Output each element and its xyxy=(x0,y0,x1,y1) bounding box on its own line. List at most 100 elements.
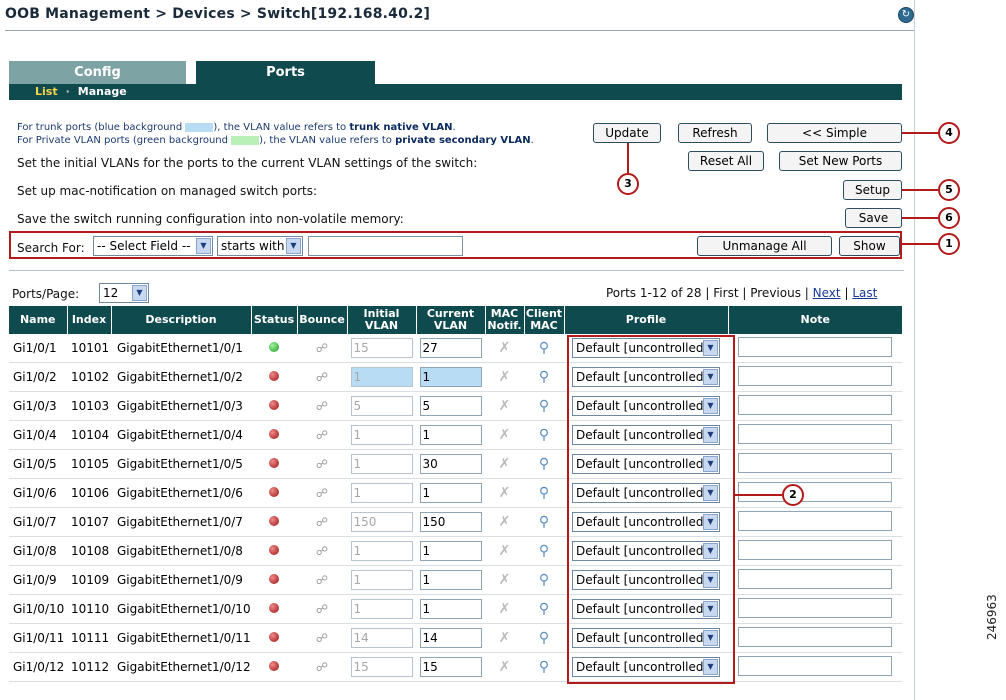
current-vlan-input[interactable]: 1 xyxy=(419,367,482,387)
current-vlan-input[interactable]: 15 xyxy=(419,657,482,677)
col-description[interactable]: Description xyxy=(110,306,251,334)
set-new-ports-button[interactable]: Set New Ports xyxy=(779,151,902,171)
current-vlan-input[interactable]: 27 xyxy=(419,338,482,358)
initial-vlan-input: 1 xyxy=(350,367,413,387)
note-input[interactable] xyxy=(738,655,892,676)
current-vlan-input[interactable]: 1 xyxy=(419,425,482,445)
magnifier-icon[interactable]: ⚲ xyxy=(539,572,549,588)
current-vlan-input[interactable]: 1 xyxy=(419,541,482,561)
magnifier-icon[interactable]: ⚲ xyxy=(539,398,549,414)
note-input[interactable] xyxy=(738,568,892,589)
current-vlan-input[interactable]: 1 xyxy=(419,570,482,590)
tab-ports[interactable]: Ports xyxy=(196,61,375,84)
port-index: 10111 xyxy=(67,623,111,653)
unmanage-all-button[interactable]: Unmanage All xyxy=(697,236,832,256)
mac-notif-disabled-icon[interactable]: ✗ xyxy=(499,340,511,356)
current-vlan-cell: 1 xyxy=(416,478,485,508)
col-mac-notif[interactable]: MAC Notif. xyxy=(484,306,524,334)
mac-notif-disabled-icon[interactable]: ✗ xyxy=(499,485,511,501)
bounce-icon[interactable]: ☍ xyxy=(316,486,328,500)
bounce-icon[interactable]: ☍ xyxy=(316,341,328,355)
reset-all-button[interactable]: Reset All xyxy=(688,151,764,171)
bounce-icon[interactable]: ☍ xyxy=(316,631,328,645)
bounce-icon[interactable]: ☍ xyxy=(316,399,328,413)
current-vlan-input[interactable]: 5 xyxy=(419,396,482,416)
pvlan-note: For Private VLAN ports (green background… xyxy=(17,135,534,146)
bounce-icon[interactable]: ☍ xyxy=(316,544,328,558)
note-input[interactable] xyxy=(738,423,892,444)
mac-notif-disabled-icon[interactable]: ✗ xyxy=(499,427,511,443)
simple-view-button[interactable]: << Simple xyxy=(767,123,902,143)
bounce-icon[interactable]: ☍ xyxy=(316,602,328,616)
magnifier-icon[interactable]: ⚲ xyxy=(539,485,549,501)
bounce-icon[interactable]: ☍ xyxy=(316,370,328,384)
update-button[interactable]: Update xyxy=(593,123,661,143)
help-icon[interactable]: ↻ xyxy=(898,7,914,23)
port-name: Gi1/0/1 xyxy=(9,334,67,363)
col-note[interactable]: Note xyxy=(727,306,902,334)
magnifier-icon[interactable]: ⚲ xyxy=(539,514,549,530)
note-input[interactable] xyxy=(738,394,892,415)
magnifier-icon[interactable]: ⚲ xyxy=(539,630,549,646)
col-bounce[interactable]: Bounce xyxy=(296,306,347,334)
note-input[interactable] xyxy=(738,626,892,647)
pager-last-link[interactable]: Last xyxy=(852,286,877,300)
setup-button[interactable]: Setup xyxy=(843,180,902,200)
mac-notif-disabled-icon[interactable]: ✗ xyxy=(499,456,511,472)
subnav-manage-link[interactable]: Manage xyxy=(78,85,127,98)
magnifier-icon[interactable]: ⚲ xyxy=(539,427,549,443)
bounce-icon[interactable]: ☍ xyxy=(316,428,328,442)
ports-per-page-select[interactable]: 12 ▼ xyxy=(99,283,149,303)
note-input[interactable] xyxy=(738,481,892,502)
show-button[interactable]: Show xyxy=(839,236,900,256)
mac-notif-disabled-icon[interactable]: ✗ xyxy=(499,369,511,385)
note-input[interactable] xyxy=(738,539,892,560)
note-input[interactable] xyxy=(738,365,892,386)
mac-notif-disabled-icon[interactable]: ✗ xyxy=(499,630,511,646)
mac-notif-disabled-icon[interactable]: ✗ xyxy=(499,659,511,675)
col-initial-vlan[interactable]: Initial VLAN xyxy=(346,306,416,334)
mac-notif-disabled-icon[interactable]: ✗ xyxy=(499,572,511,588)
save-button[interactable]: Save xyxy=(845,208,902,228)
col-current-vlan[interactable]: Current VLAN xyxy=(415,306,485,334)
magnifier-icon[interactable]: ⚲ xyxy=(539,369,549,385)
col-profile[interactable]: Profile xyxy=(563,306,728,334)
current-vlan-input[interactable]: 1 xyxy=(419,483,482,503)
pager-next-link[interactable]: Next xyxy=(813,286,841,300)
mac-notif-disabled-icon[interactable]: ✗ xyxy=(499,543,511,559)
current-vlan-input[interactable]: 150 xyxy=(419,512,482,532)
col-name[interactable]: Name xyxy=(9,306,67,334)
note-input[interactable] xyxy=(738,452,892,473)
bounce-icon[interactable]: ☍ xyxy=(316,515,328,529)
tab-config[interactable]: Config xyxy=(9,61,186,84)
mac-notif-disabled-icon[interactable]: ✗ xyxy=(499,398,511,414)
magnifier-icon[interactable]: ⚲ xyxy=(539,456,549,472)
magnifier-icon[interactable]: ⚲ xyxy=(539,543,549,559)
note-input[interactable] xyxy=(738,336,892,357)
bounce-icon[interactable]: ☍ xyxy=(316,660,328,674)
col-index[interactable]: Index xyxy=(66,306,111,334)
magnifier-icon[interactable]: ⚲ xyxy=(539,601,549,617)
magnifier-icon[interactable]: ⚲ xyxy=(539,659,549,675)
col-status[interactable]: Status xyxy=(250,306,297,334)
magnifier-icon[interactable]: ⚲ xyxy=(539,340,549,356)
current-vlan-cell: 1 xyxy=(416,565,485,595)
search-operator-select[interactable]: starts with ▼ xyxy=(217,236,303,256)
current-vlan-input[interactable]: 14 xyxy=(419,628,482,648)
bounce-icon[interactable]: ☍ xyxy=(316,457,328,471)
status-indicator-icon xyxy=(269,371,279,381)
search-field-select[interactable]: -- Select Field -- ▼ xyxy=(93,236,213,256)
note-input[interactable] xyxy=(738,510,892,531)
port-index: 10110 xyxy=(67,594,111,624)
callout-4: 4 xyxy=(938,122,960,144)
bounce-icon[interactable]: ☍ xyxy=(316,573,328,587)
col-client-mac[interactable]: Client MAC xyxy=(523,306,564,334)
current-vlan-input[interactable]: 30 xyxy=(419,454,482,474)
refresh-button[interactable]: Refresh xyxy=(678,123,752,143)
subnav-list-link[interactable]: List xyxy=(35,85,58,98)
note-input[interactable] xyxy=(738,597,892,618)
current-vlan-input[interactable]: 1 xyxy=(419,599,482,619)
mac-notif-disabled-icon[interactable]: ✗ xyxy=(499,514,511,530)
search-input[interactable] xyxy=(308,236,463,256)
mac-notif-disabled-icon[interactable]: ✗ xyxy=(499,601,511,617)
